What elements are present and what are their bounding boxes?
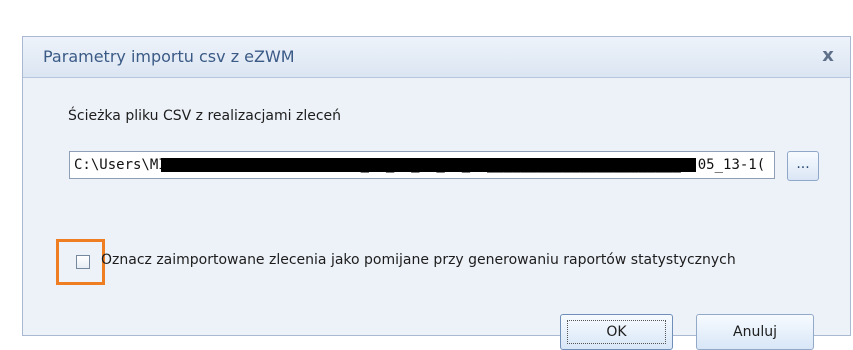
browse-button[interactable]: ... [787, 151, 819, 181]
ok-button[interactable]: OK [560, 314, 673, 350]
cancel-button[interactable]: Anuluj [696, 314, 814, 350]
mark-ignored-checkbox[interactable] [76, 255, 90, 269]
path-label: Ścieżka pliku CSV z realizacjami zleceń [68, 108, 342, 124]
ok-button-label: OK [606, 324, 627, 340]
close-icon: x [822, 45, 834, 66]
dialog-titlebar: Parametry importu csv z eZWM x [23, 37, 850, 78]
mark-ignored-label: Oznacz zaimportowane zlecenia jako pomij… [101, 252, 736, 268]
dialog-content: Ścieżka pliku CSV z realizacjami zleceń … [23, 78, 850, 350]
import-dialog: Parametry importu csv z eZWM x Ścieżka p… [22, 36, 851, 350]
close-button[interactable]: x [818, 46, 838, 66]
dialog-title: Parametry importu csv z eZWM [43, 47, 295, 66]
redaction-bar [161, 158, 696, 172]
